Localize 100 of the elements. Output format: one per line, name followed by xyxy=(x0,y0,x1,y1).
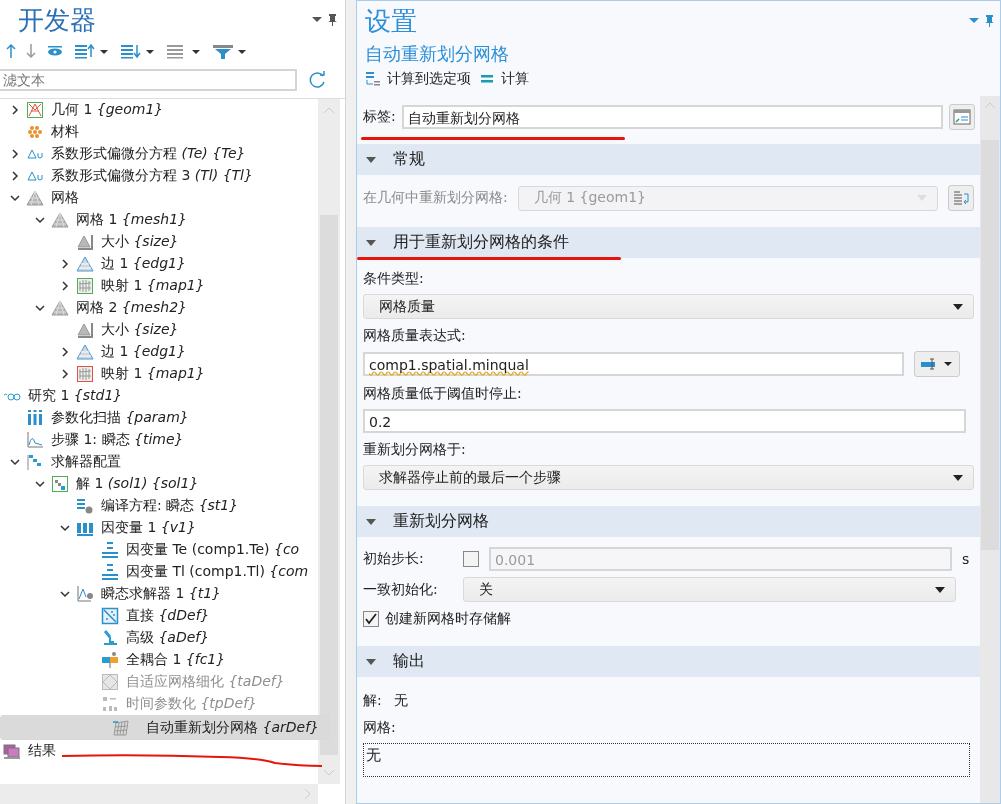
tree-item[interactable]: 瞬态求解器 1 {t1} xyxy=(0,583,330,605)
compile-icon xyxy=(76,497,94,515)
tree-item[interactable]: 映射 1 {map1} xyxy=(0,363,330,385)
tree-item-label: 边 1 {edg1} xyxy=(101,255,186,273)
insert-expression-button[interactable] xyxy=(914,351,960,377)
tree-item[interactable]: 系数形式偏微分方程 3 (Tl) {Tl} xyxy=(0,165,330,187)
results-icon xyxy=(3,742,21,760)
compute-to-icon xyxy=(365,71,381,87)
label-action-button[interactable] xyxy=(949,104,975,130)
field-label: 解: xyxy=(363,692,382,710)
tree-item[interactable]: 因变量 Te (comp1.Te) {co xyxy=(0,539,330,561)
label-field[interactable]: 自动重新划分网格 xyxy=(401,105,943,129)
tree-item-label: 网格 1 {mesh1} xyxy=(76,211,187,229)
tree-item[interactable]: 解 1 (sol1) {sol1} xyxy=(0,473,330,495)
tree-item-label: 高级 {aDef} xyxy=(126,629,210,647)
tree-item-label: 几何 1 {geom1} xyxy=(51,101,164,119)
move-up-icon[interactable] xyxy=(6,43,16,59)
refresh-icon[interactable] xyxy=(307,70,327,90)
filter-dropdown-icon[interactable] xyxy=(212,42,248,60)
tree-item[interactable]: 因变量 1 {v1} xyxy=(0,517,330,539)
tree-item[interactable]: 网格 2 {mesh2} xyxy=(0,297,330,319)
filter-field[interactable]: 滤文本 xyxy=(0,69,297,91)
parametric-icon xyxy=(101,695,119,713)
node-title: 自动重新划分网格 xyxy=(364,42,510,66)
tree-item[interactable]: 研究 1 {std1} xyxy=(0,385,330,407)
list-dropdown-icon[interactable] xyxy=(166,43,202,59)
tree-item-label: 研究 1 {std1} xyxy=(28,387,123,405)
tree-item[interactable]: 几何 1 {geom1} xyxy=(0,99,330,121)
checkbox[interactable] xyxy=(463,551,479,567)
expression-field[interactable]: comp1.spatial.minqual xyxy=(363,352,904,376)
mesh-icon xyxy=(51,299,69,317)
scrollbar-thumb[interactable] xyxy=(981,140,999,550)
tree-item[interactable]: 系数形式偏微分方程 (Te) {Te} xyxy=(0,143,330,165)
solver-icon xyxy=(26,453,44,471)
dropdown[interactable]: 网格质量 xyxy=(363,294,974,319)
insert-dropdown-icon xyxy=(920,357,954,371)
dropdown-arrow-icon xyxy=(953,474,963,481)
tree-item[interactable]: 网格 xyxy=(0,187,330,209)
tree-item[interactable]: 网格 1 {mesh1} xyxy=(0,209,330,231)
field-label: 在几何中重新划分网格: xyxy=(363,189,508,207)
tree-item[interactable]: 映射 1 {map1} xyxy=(0,275,330,297)
tree-item[interactable]: 高级 {aDef} xyxy=(0,627,330,649)
section-header[interactable]: 常规 xyxy=(357,144,980,175)
field-label: 一致初始化: xyxy=(363,580,439,599)
tree-item[interactable]: 结果 xyxy=(0,740,330,762)
size-icon xyxy=(76,321,94,339)
section-header[interactable]: 重新划分网格 xyxy=(357,506,980,537)
toolbar-button[interactable]: 计算 xyxy=(479,70,529,88)
geometry-icon xyxy=(26,101,44,119)
sweep-icon xyxy=(26,409,44,427)
material-icon xyxy=(26,123,44,141)
checkbox-label: 创建新网格时存储解 xyxy=(385,610,511,628)
tree-item-label: 系数形式偏微分方程 3 (Tl) {Tl} xyxy=(51,167,253,185)
mesh-list[interactable]: 无 xyxy=(363,743,970,777)
tree-item-label: 结果 xyxy=(28,742,56,760)
adaptive-icon xyxy=(101,673,119,691)
tree-item-label: 步骤 1: 瞬态 {time} xyxy=(51,431,184,449)
collapse-dropdown-icon[interactable] xyxy=(120,43,156,59)
horizontal-scrollbar[interactable] xyxy=(0,784,318,804)
tree-item-label: 参数化扫描 {param} xyxy=(51,409,189,427)
tree-item[interactable]: 自动重新划分网格 {arDef} xyxy=(0,715,330,740)
tree-item[interactable]: 步骤 1: 瞬态 {time} xyxy=(0,429,330,451)
tree-item[interactable]: 材料 xyxy=(0,121,330,143)
panel-menu-icon[interactable] xyxy=(311,13,339,27)
tree-item-label: 因变量 1 {v1} xyxy=(101,519,196,537)
toolbar-button[interactable]: 计算到选定项 xyxy=(365,70,471,88)
tree-item-label: 自适应网格细化 {taDef} xyxy=(126,673,285,691)
dropdown[interactable]: 求解器停止前的最后一个步骤 xyxy=(363,465,974,490)
move-down-icon[interactable] xyxy=(26,43,36,59)
step-icon xyxy=(26,431,44,449)
tree-item[interactable]: 直接 {dDef} xyxy=(0,605,330,627)
expand-dropdown-icon[interactable] xyxy=(74,43,110,59)
section-header[interactable]: 输出 xyxy=(357,646,980,677)
scrollbar[interactable] xyxy=(318,99,340,784)
tree-item[interactable]: 大小 {size} xyxy=(0,231,330,253)
tree-item-label: 映射 1 {map1} xyxy=(101,365,205,383)
section-header[interactable]: 用于重新划分网格的条件 xyxy=(357,227,980,258)
list-arrow-icon xyxy=(952,190,970,206)
tree-item[interactable]: 边 1 {edg1} xyxy=(0,253,330,275)
tree-item[interactable]: 参数化扫描 {param} xyxy=(0,407,330,429)
size-icon xyxy=(76,233,94,251)
solution-icon xyxy=(51,475,69,493)
tree-item[interactable]: 全耦合 1 {fc1} xyxy=(0,649,330,671)
tree-item-label: 直接 {dDef} xyxy=(126,607,210,625)
tree-item[interactable]: 因变量 Tl (comp1.Tl) {com xyxy=(0,561,330,583)
dropdown[interactable]: 关 xyxy=(463,577,956,602)
scrollbar[interactable] xyxy=(980,96,1000,803)
threshold-field[interactable]: 0.2 xyxy=(363,409,966,433)
panel-menu-icon[interactable] xyxy=(968,14,996,28)
tree-item[interactable]: 大小 {size} xyxy=(0,319,330,341)
tree-item[interactable]: 求解器配置 xyxy=(0,451,330,473)
dropdown-arrow-icon xyxy=(917,195,927,201)
coupled-icon xyxy=(101,651,119,669)
tree-item[interactable]: 编译方程: 瞬态 {st1} xyxy=(0,495,330,517)
tree-item[interactable]: 边 1 {edg1} xyxy=(0,341,330,363)
dropdown-arrow-icon xyxy=(935,586,945,593)
tree-item-label: 自动重新划分网格 {arDef} xyxy=(146,718,319,737)
checkbox[interactable] xyxy=(363,611,379,627)
tree-item-label: 大小 {size} xyxy=(101,321,179,339)
map-alert-icon xyxy=(76,365,94,383)
